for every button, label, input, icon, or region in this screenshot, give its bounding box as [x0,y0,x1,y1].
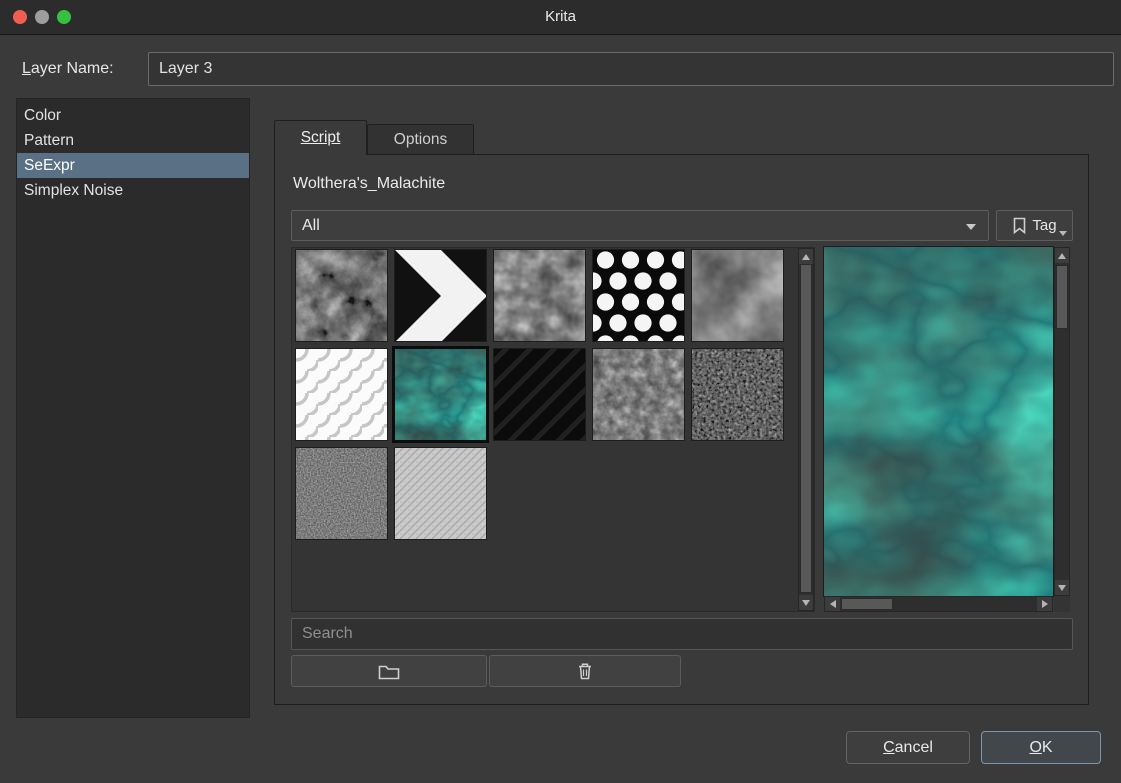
scroll-right-button[interactable] [1037,597,1052,611]
tag-filter-value: All [302,217,320,234]
chevron-down-icon [1059,231,1067,236]
preview-horizontal-scrollbar[interactable] [824,596,1053,612]
chevron-down-icon [966,224,976,230]
scrollbar-thumb[interactable] [800,264,812,593]
window-title: Krita [0,0,1121,34]
delete-resource-button[interactable] [489,655,681,687]
krita-dialog-window: Krita Layer Name: Color Pattern SeExpr S… [0,0,1121,783]
scrollbar-thumb[interactable] [841,598,893,610]
list-item-color[interactable]: Color [17,103,249,128]
scroll-down-button[interactable] [799,595,813,610]
layer-name-input[interactable] [148,52,1114,86]
selected-pattern-name: Wolthera's_Malachite [293,175,445,193]
pattern-thumbnail-selected-malachite[interactable] [395,349,486,440]
layer-name-label: Layer Name: [22,52,114,86]
pattern-thumbnail-9[interactable] [593,349,684,440]
scroll-up-button[interactable] [1055,248,1069,263]
preview-vertical-scrollbar[interactable] [1054,247,1070,596]
list-item-pattern[interactable]: Pattern [17,128,249,153]
scroll-up-button[interactable] [799,249,813,264]
tab-options-label: Options [394,131,447,148]
pattern-thumbnail-2[interactable] [395,250,486,341]
tab-options[interactable]: Options [367,124,474,155]
scroll-down-button[interactable] [1055,580,1069,595]
ok-button[interactable]: OK [981,731,1101,764]
pattern-preview-image [824,247,1053,596]
scrollbar-corner [1054,596,1070,612]
pattern-thumbnail-11[interactable] [296,448,387,539]
tab-script-label: Script [301,129,341,146]
trash-icon [577,662,593,680]
scroll-left-button[interactable] [825,597,840,611]
pattern-thumbnail-12[interactable] [395,448,486,539]
tag-button-label: Tag [1032,217,1056,234]
generator-list: Color Pattern SeExpr Simplex Noise [16,98,250,718]
pattern-preview-pane [824,247,1071,612]
search-input[interactable] [291,618,1073,650]
tag-filter-combobox[interactable]: All [291,210,989,241]
pattern-grid [291,247,815,612]
pattern-thumbnail-6[interactable] [296,349,387,440]
titlebar: Krita [0,0,1121,35]
pattern-thumbnail-4[interactable] [593,250,684,341]
pattern-thumbnail-10[interactable] [692,349,783,440]
pattern-thumbnail-5[interactable] [692,250,783,341]
bookmark-icon [1012,217,1027,234]
folder-icon [378,662,400,680]
tab-script[interactable]: Script [274,120,367,155]
cancel-button[interactable]: Cancel [846,731,970,764]
pattern-thumbnail-1[interactable] [296,250,387,341]
seexpr-script-panel: Wolthera's_Malachite All Tag [274,154,1089,705]
scrollbar-thumb[interactable] [1056,265,1068,329]
import-resource-button[interactable] [291,655,487,687]
list-item-seexpr[interactable]: SeExpr [17,153,249,178]
list-item-simplex-noise[interactable]: Simplex Noise [17,178,249,203]
tag-button[interactable]: Tag [996,210,1073,241]
pattern-thumbnail-3[interactable] [494,250,585,341]
grid-vertical-scrollbar[interactable] [798,248,814,611]
pattern-thumbnail-8[interactable] [494,349,585,440]
